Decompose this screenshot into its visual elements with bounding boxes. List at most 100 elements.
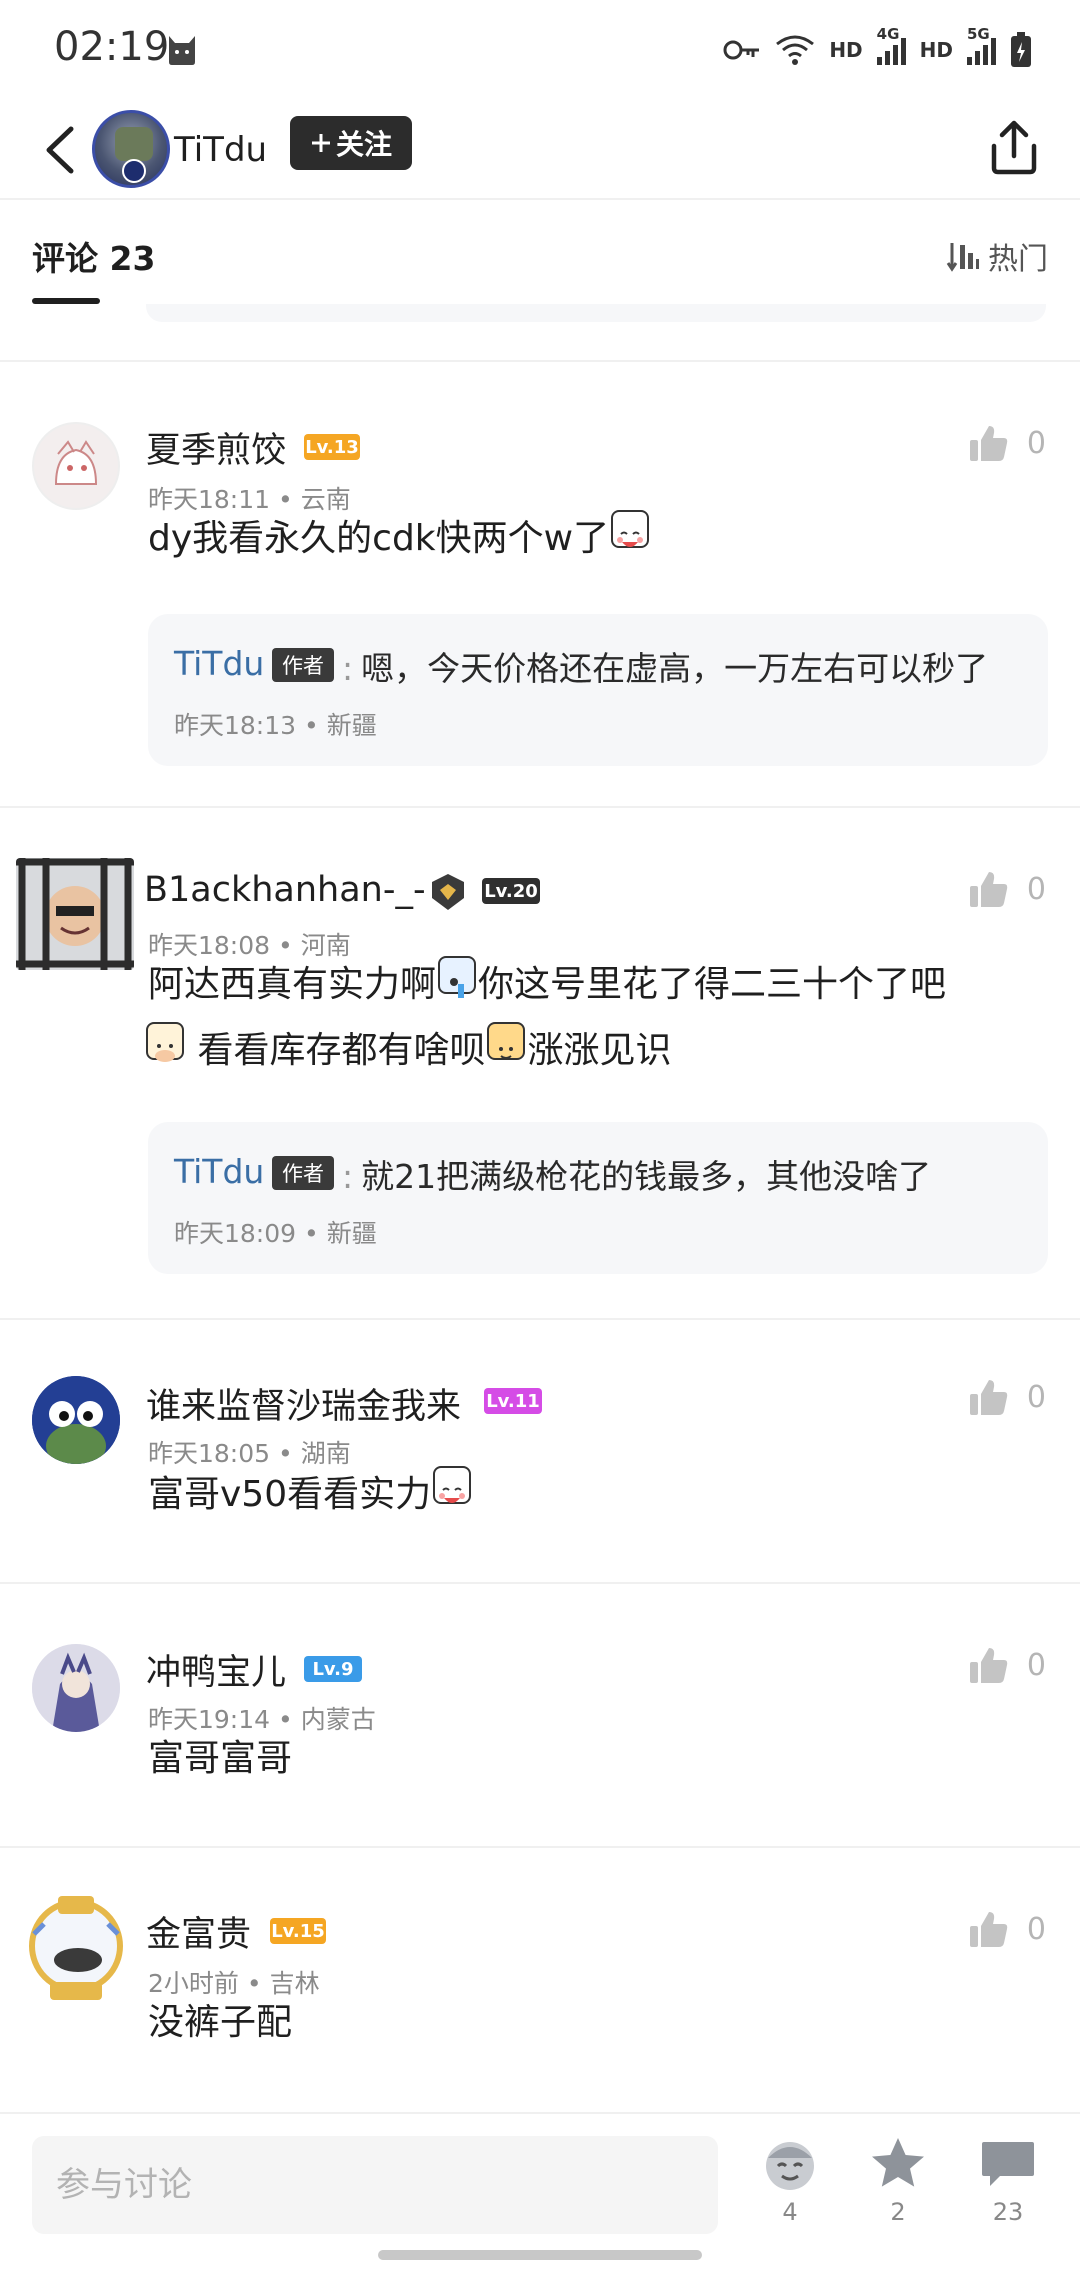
commenter-name[interactable]: 谁来监督沙瑞金我来	[146, 1378, 461, 1429]
commenter-name[interactable]: B1ackhanhan-_-	[144, 870, 426, 910]
comment-text[interactable]: 阿达西真有实力啊 你这号里花了得二三十个了吧 看看库存都有啥呗 涨涨见识	[146, 952, 1048, 1084]
commenter-avatar[interactable]	[32, 1644, 120, 1732]
favorite-button[interactable]: 2	[858, 2134, 938, 2254]
like-count: 0	[1026, 425, 1046, 461]
comment-count-button[interactable]: 23	[968, 2134, 1048, 2254]
avatar-image	[16, 858, 134, 970]
comment-text-line-1: 阿达西真有实力啊 你这号里花了得二三十个了吧	[148, 952, 1048, 1018]
back-button[interactable]	[30, 118, 90, 182]
vip-shield-icon	[432, 874, 464, 910]
reply-time: 昨天18:09	[174, 1219, 297, 1248]
drinking-emoji-icon	[438, 956, 477, 998]
comment-text-part: 看看库存都有啥呗	[197, 1030, 486, 1071]
top-navigation-bar: TiTdu 关注	[0, 100, 1080, 200]
like-button[interactable]: 0	[969, 1910, 1046, 1948]
status-time: 02:19	[54, 24, 170, 70]
battery-icon	[1011, 32, 1031, 67]
comment-item: 夏季煎饺 Lv.13 昨天18:11 • 云南 0 dy我看永久的cdk快两个w…	[0, 362, 1080, 806]
comment-text[interactable]: dy我看永久的cdk快两个w了	[148, 506, 651, 572]
commenter-avatar[interactable]	[32, 1376, 120, 1464]
author-reply-box[interactable]: TiTdu 作者 : 就21把满级枪花的钱最多，其他没啥了 昨天18:09 • 新…	[148, 1122, 1048, 1274]
author-avatar-image	[115, 127, 153, 183]
like-button[interactable]: 0	[969, 870, 1046, 908]
comment-item: 冲鸭宝儿 Lv.9 昨天19:14 • 内蒙古 0 富哥富哥	[0, 1584, 1080, 1846]
comment-text-body: 富哥富哥	[148, 1738, 293, 1779]
comment-text-body: 没裤子配	[148, 2002, 293, 2043]
reply-colon: :	[342, 649, 354, 688]
thumb-up-icon	[969, 1648, 1008, 1683]
thumb-up-icon	[969, 872, 1008, 907]
smile-emoji-icon	[433, 1466, 472, 1504]
level-badge: Lv.15	[270, 1918, 326, 1944]
wifi-icon	[776, 35, 815, 65]
share-button[interactable]	[984, 118, 1044, 178]
level-badge: Lv.9	[304, 1656, 362, 1682]
reply-text-body: 嗯，今天价格还在虚高，一万左右可以秒了	[361, 649, 989, 688]
cow-emoji-icon	[146, 1022, 184, 1062]
avatar-image	[32, 1644, 120, 1732]
like-count: 0	[1026, 1647, 1046, 1683]
comment-icon	[982, 2142, 1034, 2186]
comment-text[interactable]: 富哥富哥	[148, 1726, 292, 1792]
commenter-name[interactable]: 夏季煎饺	[146, 422, 286, 473]
reward-button[interactable]: 4	[750, 2134, 830, 2254]
reward-count: 4	[782, 2198, 798, 2226]
follow-button[interactable]: 关注	[290, 116, 412, 170]
network-label-1: 4G	[876, 25, 900, 43]
discussion-input[interactable]	[32, 2136, 718, 2234]
comment-text-line-2: 看看库存都有啥呗 涨涨见识	[144, 1018, 1048, 1084]
sort-button[interactable]: 热门	[946, 234, 1048, 278]
tab-comments[interactable]: 评论 23	[32, 232, 155, 280]
home-indicator[interactable]	[378, 2250, 702, 2260]
like-button[interactable]: 0	[969, 424, 1046, 462]
star-icon	[872, 2138, 924, 2187]
comment-text-body: dy我看永久的cdk快两个w了	[148, 518, 610, 559]
comment-text[interactable]: 富哥v50看看实力	[148, 1462, 473, 1528]
commenter-avatar[interactable]	[26, 1894, 126, 2002]
like-count: 0	[1026, 1911, 1046, 1947]
comment-tabs-bar: 评论 23 热门	[0, 200, 1080, 304]
commenter-name[interactable]: 金富贵	[146, 1906, 251, 1957]
reply-author-name[interactable]: TiTdu	[174, 644, 264, 683]
commenter-name[interactable]: 冲鸭宝儿	[146, 1644, 286, 1695]
comment-count: 23	[992, 2198, 1024, 2226]
reply-region: 新疆	[326, 711, 377, 740]
reply-meta: 昨天18:13 • 新疆	[174, 706, 377, 742]
tab-underline	[32, 298, 100, 304]
cat-emoji-icon	[487, 1022, 526, 1060]
previous-reply-box	[146, 304, 1046, 322]
thumb-up-icon	[969, 1912, 1008, 1947]
like-count: 0	[1026, 871, 1046, 907]
plus-icon	[311, 134, 330, 152]
reply-region: 新疆	[326, 1219, 377, 1248]
level-badge: Lv.13	[304, 434, 360, 460]
smile-emoji-icon	[611, 510, 650, 548]
discussion-input-box[interactable]	[32, 2136, 718, 2234]
comment-text-part: 阿达西真有实力啊	[148, 964, 437, 1005]
commenter-avatar[interactable]	[32, 422, 120, 510]
reply-author-name[interactable]: TiTdu	[174, 1152, 264, 1191]
comment-text-part: 涨涨见识	[527, 1030, 672, 1071]
reply-meta: 昨天18:09 • 新疆	[174, 1214, 377, 1250]
comment-text[interactable]: 没裤子配	[148, 1990, 292, 2056]
author-badge: 作者	[272, 648, 334, 682]
avatar-image	[29, 1896, 123, 2000]
comment-text-body: 富哥v50看看实力	[148, 1474, 432, 1515]
like-button[interactable]: 0	[969, 1378, 1046, 1416]
sort-icon	[946, 243, 979, 272]
reply-colon: :	[342, 1157, 354, 1196]
sort-label: 热门	[988, 242, 1048, 277]
avatar-image	[54, 440, 98, 485]
status-bar: 02:19 HD 4G HD 5G	[0, 0, 1080, 100]
commenter-avatar[interactable]	[16, 858, 134, 970]
author-avatar[interactable]	[92, 110, 170, 188]
like-count: 0	[1026, 1379, 1046, 1415]
meta-separator: •	[304, 711, 319, 740]
comment-region: 内蒙古	[300, 1705, 376, 1734]
comment-item: 金富贵 Lv.15 2小时前 • 吉林 0 没裤子配	[0, 1848, 1080, 2110]
author-reply-box[interactable]: TiTdu 作者 : 嗯，今天价格还在虚高，一万左右可以秒了 昨天18:13 • …	[148, 614, 1048, 766]
reply-text-body: 就21把满级枪花的钱最多，其他没啥了	[361, 1157, 932, 1196]
like-button[interactable]: 0	[969, 1646, 1046, 1684]
author-name[interactable]: TiTdu	[174, 120, 267, 180]
level-badge: Lv.11	[484, 1388, 542, 1414]
